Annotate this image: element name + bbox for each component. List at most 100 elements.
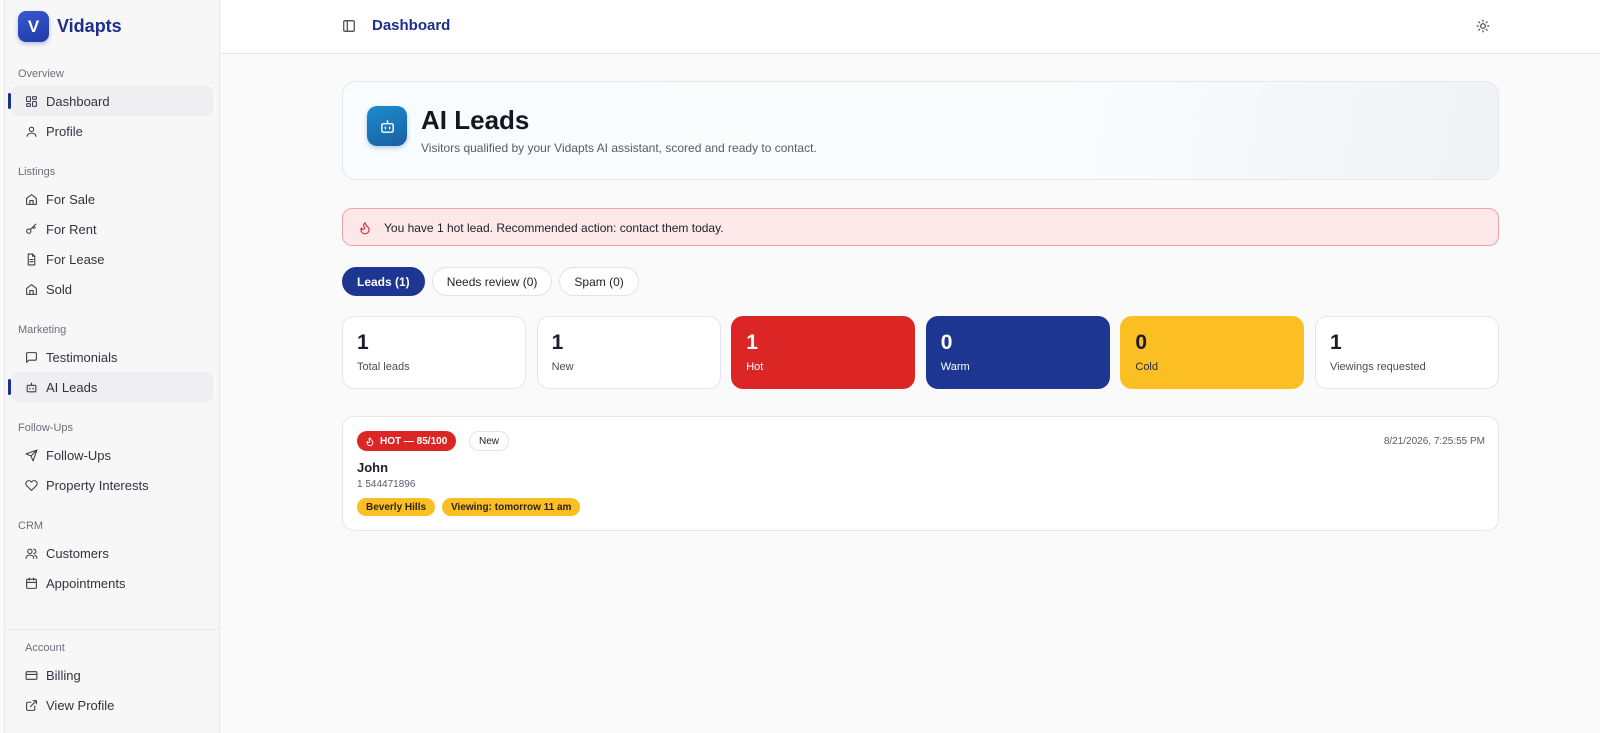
stat-value: 1 <box>746 331 758 354</box>
brand-logo: V <box>18 11 49 42</box>
nav-heading: Marketing <box>18 324 67 336</box>
sidebar-item-profile[interactable]: Profile <box>11 116 213 146</box>
home-icon <box>25 193 38 206</box>
lead-tabs: Leads (1) Needs review (0) Spam (0) <box>342 267 646 296</box>
stat-value: 1 <box>1329 331 1342 354</box>
users-icon <box>25 547 38 560</box>
sidebar-item-for-rent[interactable]: For Rent <box>11 214 213 244</box>
nav-heading: Listings <box>18 166 56 178</box>
nav-heading: Overview <box>18 68 64 80</box>
lead-phone: 1 544471896 <box>357 479 416 490</box>
lead-timestamp: 8/21/2026, 7:25:55 PM <box>1383 436 1485 447</box>
stat-label: Viewings requested <box>1329 361 1426 373</box>
sidebar-item-label: Billing <box>46 667 81 683</box>
sidebar-item-dashboard[interactable]: Dashboard <box>8 86 213 116</box>
page-title: Dashboard <box>372 17 451 34</box>
stat-new: 1 New <box>536 316 721 389</box>
alert-text: You have 1 hot lead. Recommended action:… <box>384 221 724 235</box>
lead-score-text: HOT — 85/100 <box>380 435 448 447</box>
stat-cold: 0 Cold <box>1120 316 1305 389</box>
brand-name: Vidapts <box>57 16 122 36</box>
nav-heading: CRM <box>18 520 44 532</box>
sidebar-item-label: View Profile <box>46 697 115 713</box>
grid-icon <box>25 95 38 108</box>
sidebar-nav: Overview Dashboard Profile Listings For … <box>5 62 220 612</box>
stat-label: Warm <box>940 361 970 373</box>
flame-icon <box>358 220 372 236</box>
sidebar-item-follow-ups[interactable]: Follow-Ups <box>11 440 213 470</box>
sun-icon[interactable] <box>1476 19 1490 33</box>
sidebar-item-label: Follow-Ups <box>46 447 112 463</box>
stat-label: Hot <box>746 361 764 373</box>
sidebar-item-billing[interactable]: Billing <box>5 660 220 690</box>
nav-group-follow-ups: Follow-Ups Follow-Ups Property Interests <box>5 416 220 500</box>
stat-warm: 0 Warm <box>925 316 1110 389</box>
account-section: Account Billing View Profile <box>5 629 220 720</box>
lead-name: John <box>357 460 389 475</box>
sidebar-item-label: Testimonials <box>46 349 118 365</box>
send-icon <box>25 449 38 462</box>
sidebar-item-label: Sold <box>46 281 73 297</box>
calendar-icon <box>25 577 38 590</box>
credit-card-icon <box>25 669 38 682</box>
nav-heading: Account <box>25 642 65 654</box>
lead-card[interactable]: HOT — 85/100 New 8/21/2026, 7:25:55 PM J… <box>342 416 1499 531</box>
sidebar-item-appointments[interactable]: Appointments <box>11 568 213 598</box>
sidebar-item-label: For Sale <box>46 191 96 207</box>
sidebar-item-customers[interactable]: Customers <box>11 538 213 568</box>
bot-icon <box>25 381 38 394</box>
sidebar-item-label: AI Leads <box>46 379 98 395</box>
key-icon <box>25 223 38 236</box>
tab-spam[interactable]: Spam (0) <box>559 267 639 296</box>
user-icon <box>25 125 38 138</box>
sidebar-item-ai-leads[interactable]: AI Leads <box>8 372 213 402</box>
stat-hot: 1 Hot <box>731 316 916 389</box>
hero-card: AI Leads Visitors qualified by your Vida… <box>342 81 1499 180</box>
lead-score-badge: HOT — 85/100 <box>357 431 457 451</box>
stat-value: 1 <box>551 331 564 354</box>
nav-group-listings: Listings For Sale For Rent For Lease Sol… <box>5 160 220 304</box>
sidebar-item-label: Dashboard <box>46 93 110 109</box>
stat-total-leads: 1 Total leads <box>342 316 526 389</box>
hero-title: AI Leads <box>421 105 530 135</box>
stat-label: Total leads <box>357 361 410 373</box>
topbar: Dashboard <box>221 0 1600 54</box>
stats-row: 1 Total leads 1 New 1 Hot 0 Warm 0 Cold … <box>342 316 1499 389</box>
sidebar-toggle-icon[interactable] <box>342 19 356 33</box>
sidebar-item-label: Profile <box>46 123 83 139</box>
external-link-icon <box>25 699 38 712</box>
lead-status-badge: New <box>469 431 510 451</box>
heart-icon <box>25 479 38 492</box>
sidebar-item-property-interests[interactable]: Property Interests <box>11 470 213 500</box>
stat-value: 0 <box>940 331 953 354</box>
sidebar-item-testimonials[interactable]: Testimonials <box>11 342 213 372</box>
sidebar-item-sold[interactable]: Sold <box>11 274 213 304</box>
sidebar-item-view-profile[interactable]: View Profile <box>5 690 220 720</box>
bot-icon <box>367 106 407 146</box>
nav-heading: Follow-Ups <box>18 422 74 434</box>
sidebar-item-for-sale[interactable]: For Sale <box>11 184 213 214</box>
tab-needs-review[interactable]: Needs review (0) <box>431 267 553 296</box>
stat-viewings-requested: 1 Viewings requested <box>1314 316 1499 389</box>
brand[interactable]: V Vidapts <box>18 11 122 42</box>
nav-group-marketing: Marketing Testimonials AI Leads <box>5 318 220 402</box>
stat-value: 1 <box>357 331 369 354</box>
document-icon <box>25 253 38 266</box>
lead-tag-location: Beverly Hills <box>357 498 436 516</box>
sidebar-item-label: Appointments <box>46 575 126 591</box>
nav-group-crm: CRM Customers Appointments <box>5 514 220 598</box>
tab-leads[interactable]: Leads (1) <box>342 267 425 296</box>
sidebar-item-for-lease[interactable]: For Lease <box>11 244 213 274</box>
hero-subtitle: Visitors qualified by your Vidapts AI as… <box>421 141 817 155</box>
sidebar-item-label: For Lease <box>46 251 105 267</box>
stat-label: New <box>551 361 574 373</box>
sidebar: V Vidapts Overview Dashboard Profile Lis… <box>4 0 220 733</box>
flame-icon <box>366 436 374 446</box>
nav-group-overview: Overview Dashboard Profile <box>5 62 220 146</box>
lead-tag-viewing: Viewing: tomorrow 11 am <box>442 498 581 516</box>
lead-tags: Beverly Hills Viewing: tomorrow 11 am <box>357 498 587 516</box>
stat-value: 0 <box>1135 331 1148 354</box>
stat-label: Cold <box>1135 361 1158 373</box>
sidebar-item-label: For Rent <box>46 221 97 237</box>
message-icon <box>25 351 38 364</box>
